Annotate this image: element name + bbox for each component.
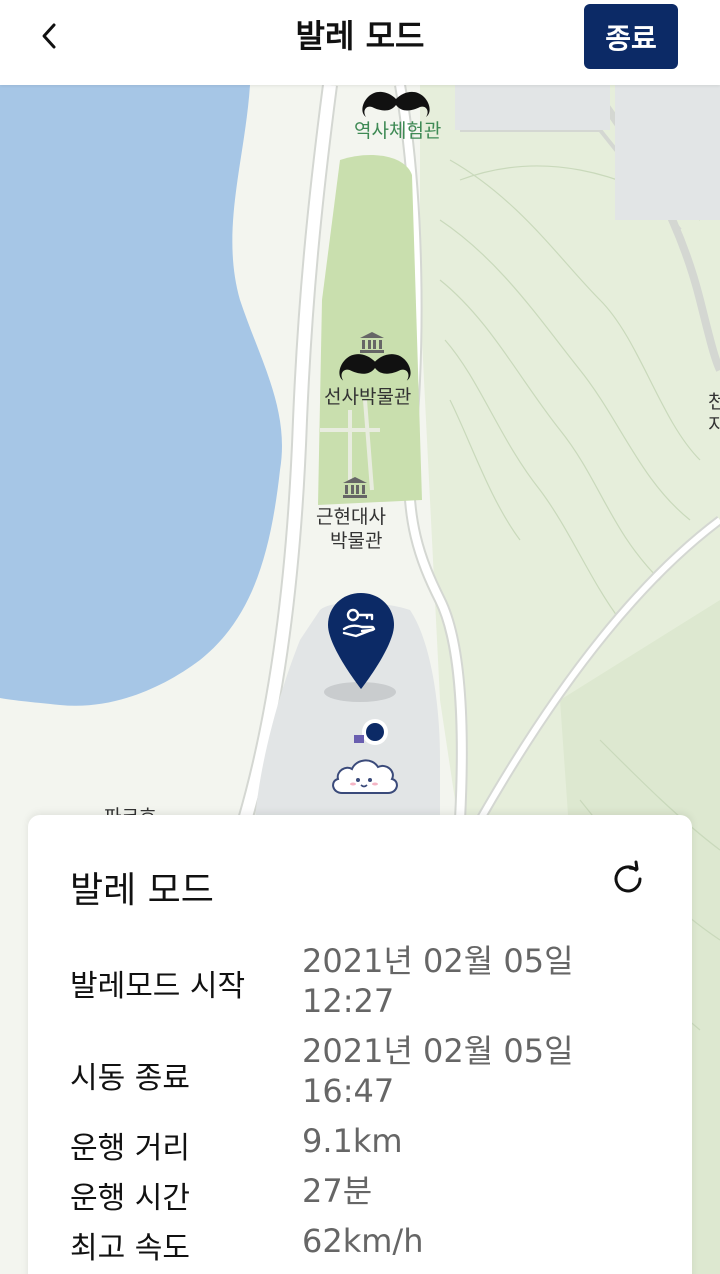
row-label: 최고 속도 — [70, 1231, 190, 1266]
row-label: 운행 거리 — [70, 1131, 190, 1166]
top-app-bar: 발레 모드 종료 — [0, 0, 720, 85]
row-value: 27분 — [302, 1172, 373, 1210]
map-label-partial-right-1: 천 — [708, 391, 720, 413]
info-row-max-speed: 최고 속도 62km/h — [70, 1221, 670, 1266]
map-label-modern-museum-line1: 근현대사 — [316, 506, 386, 528]
info-row-duration: 운행 시간 27분 — [70, 1171, 670, 1216]
info-row-engine-off: 시동 종료 2021년 02월 05일 16:47 — [70, 1031, 670, 1121]
row-value-time: 16:47 — [302, 1072, 395, 1110]
row-value-date: 2021년 02월 05일 — [302, 1032, 574, 1070]
app-root: 발레 모드 종료 역사체험관 선사박물관 근현대사 박물관 천 지 발레 모드 … — [0, 0, 720, 1274]
cloud-face-icon — [332, 759, 398, 794]
refresh-icon[interactable] — [608, 859, 648, 899]
info-row-valet-start: 발레모드 시작 2021년 02월 05일 12:27 — [70, 941, 670, 1031]
end-button[interactable]: 종료 — [584, 4, 678, 69]
mustache-icon — [339, 354, 411, 381]
row-label: 시동 종료 — [70, 1061, 190, 1096]
info-row-distance: 운행 거리 9.1km — [70, 1121, 670, 1166]
current-location-dot — [362, 719, 388, 745]
map-label-partial-right-2: 지 — [708, 414, 720, 436]
row-value-time: 12:27 — [302, 982, 395, 1020]
small-marker — [354, 735, 364, 743]
row-value: 62km/h — [302, 1222, 424, 1260]
row-value-date: 2021년 02월 05일 — [302, 942, 574, 980]
row-label: 운행 시간 — [70, 1181, 190, 1216]
map-label-modern-museum-line2: 박물관 — [330, 530, 383, 552]
valet-location-pin[interactable] — [326, 591, 396, 691]
row-label: 발레모드 시작 — [70, 969, 246, 1004]
map-label-prehistory-museum: 선사박물관 — [324, 386, 412, 408]
card-title: 발레 모드 — [70, 870, 214, 911]
row-value: 9.1km — [302, 1122, 403, 1160]
mustache-icon — [362, 91, 430, 117]
valet-info-card: 발레 모드 발레모드 시작 2021년 02월 05일 12:27 시동 종료 … — [28, 815, 692, 1274]
museum-icon — [343, 477, 367, 498]
